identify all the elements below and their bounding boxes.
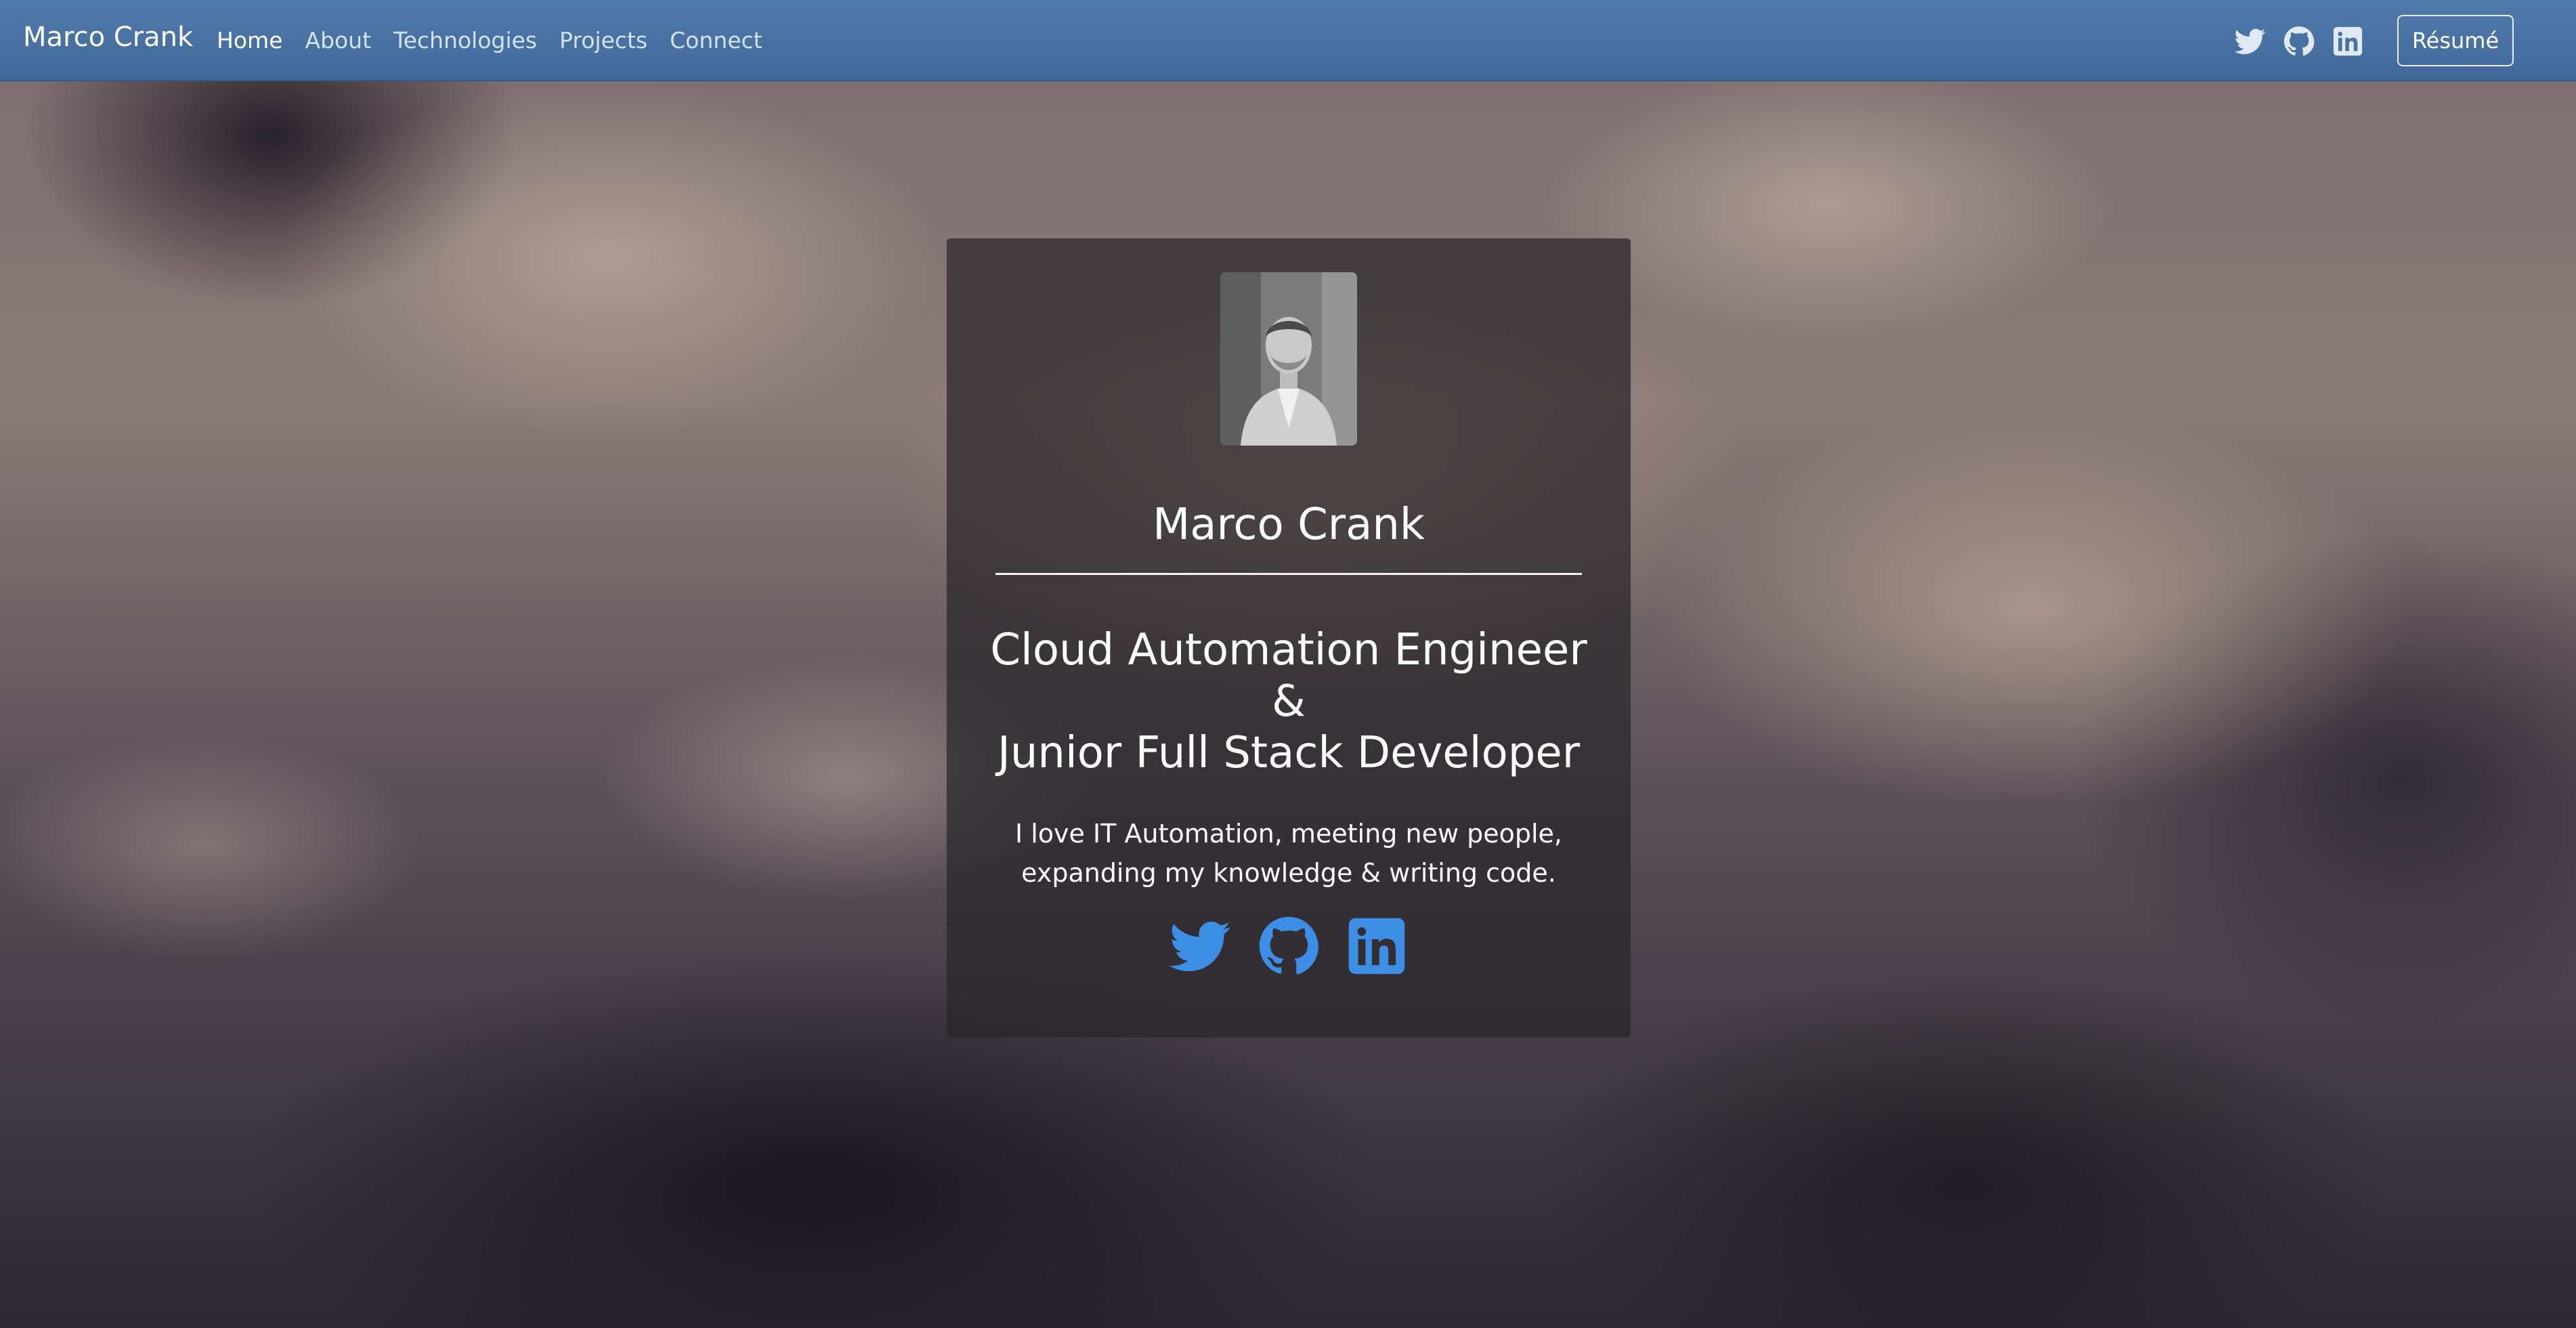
bio-line: expanding my knowledge & writing code. — [1021, 858, 1556, 888]
nav-link-home[interactable]: Home — [217, 27, 282, 53]
profile-bio: I love IT Automation, meeting new people… — [947, 814, 1631, 893]
role-line: Cloud Automation Engineer — [990, 625, 1587, 675]
resume-button[interactable]: Résumé — [2397, 15, 2514, 66]
twitter-icon[interactable] — [1169, 916, 1231, 977]
top-navbar: Marco Crank Home About Technologies Proj… — [0, 0, 2576, 81]
avatar — [1220, 272, 1357, 446]
linkedin-icon[interactable] — [1346, 916, 1407, 977]
github-icon[interactable] — [1258, 916, 1319, 977]
nav-link-projects[interactable]: Projects — [559, 27, 647, 53]
nav-social-icons — [2234, 26, 2363, 57]
bio-line: I love IT Automation, meeting new people… — [1014, 819, 1563, 849]
github-icon[interactable] — [2283, 26, 2315, 57]
nav-link-connect[interactable]: Connect — [670, 27, 762, 53]
nav-link-about[interactable]: About — [305, 27, 371, 53]
profile-card: Marco Crank Cloud Automation Engineer & … — [947, 238, 1631, 1037]
profile-role: Cloud Automation Engineer & Junior Full … — [947, 624, 1631, 779]
linkedin-icon[interactable] — [2332, 26, 2363, 57]
name-divider — [995, 573, 1582, 575]
card-social-icons — [947, 916, 1631, 977]
role-line: & — [1272, 677, 1306, 727]
brand-link[interactable]: Marco Crank — [23, 22, 193, 53]
nav-links: Home About Technologies Projects Connect — [217, 27, 785, 53]
profile-name: Marco Crank — [1153, 500, 1425, 550]
role-line: Junior Full Stack Developer — [997, 728, 1581, 778]
twitter-icon[interactable] — [2234, 26, 2266, 57]
nav-link-technologies[interactable]: Technologies — [393, 27, 537, 53]
